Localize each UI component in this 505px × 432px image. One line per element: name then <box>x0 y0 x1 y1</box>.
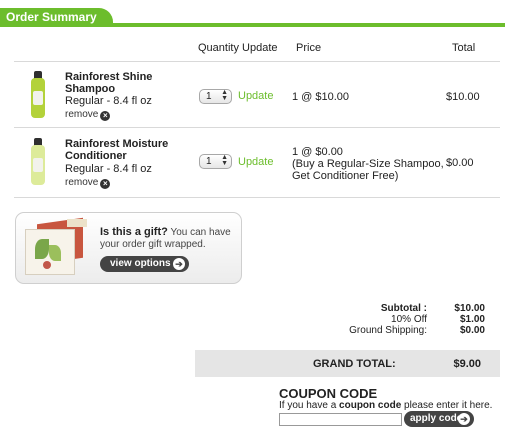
price: 1 @ $10.00 <box>292 91 350 103</box>
product-size: Regular - 8.4 fl oz <box>65 163 152 175</box>
shipping-label: Ground Shipping: <box>349 325 427 336</box>
gift-panel: Is this a gift? You can have your order … <box>15 212 242 284</box>
cart-row: Rainforest Moisture Conditioner Regular … <box>0 128 505 196</box>
apply-code-button[interactable]: apply code ➔ <box>404 411 474 427</box>
price: 1 @ $0.00 (Buy a Regular-Size Shampoo, G… <box>292 146 444 182</box>
close-circle-icon: × <box>100 111 111 121</box>
column-header-quantity: Quantity Update <box>198 42 278 54</box>
coupon-title: COUPON CODE <box>279 386 378 401</box>
product-name[interactable]: Rainforest Shine Shampoo <box>65 71 185 95</box>
coupon-code-input[interactable] <box>279 413 402 426</box>
column-header-price: Price <box>296 42 322 54</box>
remove-button[interactable]: remove × <box>65 109 111 121</box>
subtotal-label: Subtotal : <box>380 303 427 314</box>
price-line: 1 @ $0.00 <box>292 146 343 158</box>
line-total: $0.00 <box>446 157 474 169</box>
gift-box-image <box>23 217 89 279</box>
coupon-help-bold: coupon code <box>339 400 402 411</box>
order-summary-header: Order Summary <box>0 0 505 27</box>
conditioner-bottle-image <box>30 138 46 186</box>
grand-total-bar: GRAND TOTAL: $9.00 <box>195 350 500 377</box>
up-down-arrows-icon: ▲ ▼ <box>221 154 228 167</box>
update-link[interactable]: Update <box>238 90 273 102</box>
coupon-help-text: If you have a coupon code please enter i… <box>279 400 492 411</box>
quantity-value: 1 <box>206 156 212 167</box>
discount-label: 10% Off <box>391 314 427 325</box>
view-options-label: view options <box>110 258 171 269</box>
apply-code-label: apply code <box>410 413 463 424</box>
update-link[interactable]: Update <box>238 156 273 168</box>
price-line: Get Conditioner Free) <box>292 170 399 182</box>
gift-title: Is this a gift? <box>100 226 168 238</box>
arrow-right-circle-icon: ➔ <box>458 413 470 425</box>
remove-button[interactable]: remove × <box>65 177 111 189</box>
product-size: Regular - 8.4 fl oz <box>65 95 152 107</box>
quantity-select[interactable]: 1 ▲ ▼ <box>199 154 232 169</box>
price-line: (Buy a Regular-Size Shampoo, <box>292 158 444 170</box>
gift-text: Is this a gift? You can have your order … <box>100 226 240 251</box>
shipping-value: $0.00 <box>459 325 485 336</box>
coupon-help-suffix: please enter it here. <box>401 400 493 411</box>
remove-label: remove <box>65 109 99 120</box>
quantity-value: 1 <box>206 91 212 102</box>
line-total: $10.00 <box>446 91 480 103</box>
discount-value: $1.00 <box>459 314 485 325</box>
cart-row: Rainforest Shine Shampoo Regular - 8.4 f… <box>0 62 505 126</box>
grand-total-value: $9.00 <box>453 358 481 370</box>
up-down-arrows-icon: ▲ ▼ <box>221 89 228 102</box>
quantity-select[interactable]: 1 ▲ ▼ <box>199 89 232 104</box>
coupon-help-prefix: If you have a <box>279 400 340 411</box>
page-title: Order Summary <box>6 10 97 24</box>
remove-label: remove <box>65 177 99 188</box>
arrow-right-circle-icon: ➔ <box>173 258 185 270</box>
close-circle-icon: × <box>100 179 111 189</box>
shampoo-bottle-image <box>30 71 46 119</box>
subtotal-value: $10.00 <box>454 303 485 314</box>
column-header-total: Total <box>452 42 476 54</box>
divider <box>14 197 500 198</box>
view-options-button[interactable]: view options ➔ <box>100 256 189 272</box>
product-name[interactable]: Rainforest Moisture Conditioner <box>65 138 185 162</box>
grand-total-label: GRAND TOTAL: <box>313 358 396 370</box>
